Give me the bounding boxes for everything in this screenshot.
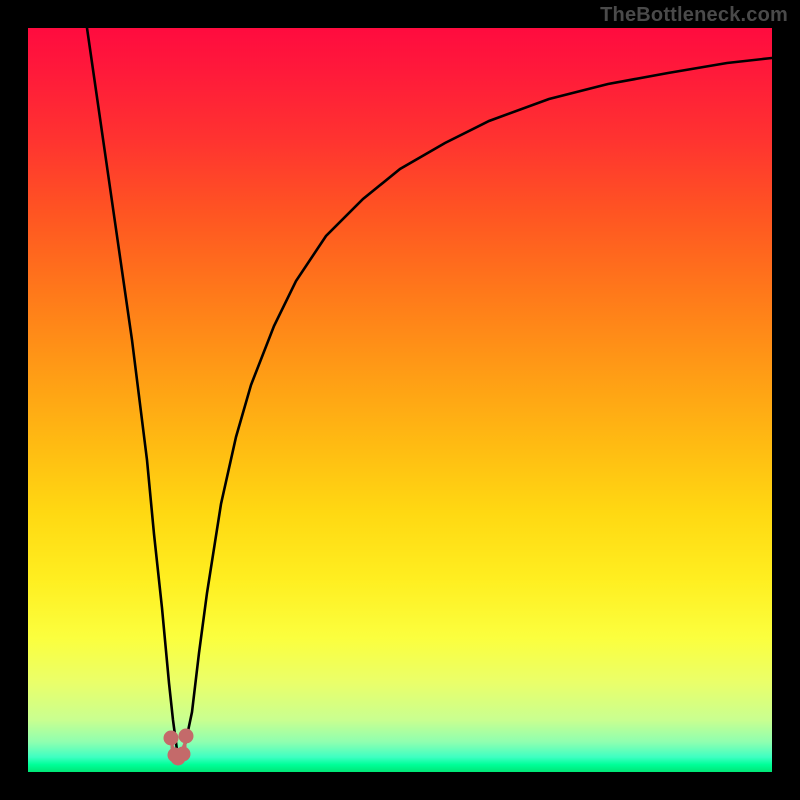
plot-area — [28, 28, 772, 772]
chart-frame: TheBottleneck.com — [0, 0, 800, 800]
curve-overlay — [28, 28, 772, 772]
watermark-text: TheBottleneck.com — [600, 4, 788, 27]
marker-cluster — [164, 729, 193, 765]
bottleneck-curve — [87, 28, 772, 757]
